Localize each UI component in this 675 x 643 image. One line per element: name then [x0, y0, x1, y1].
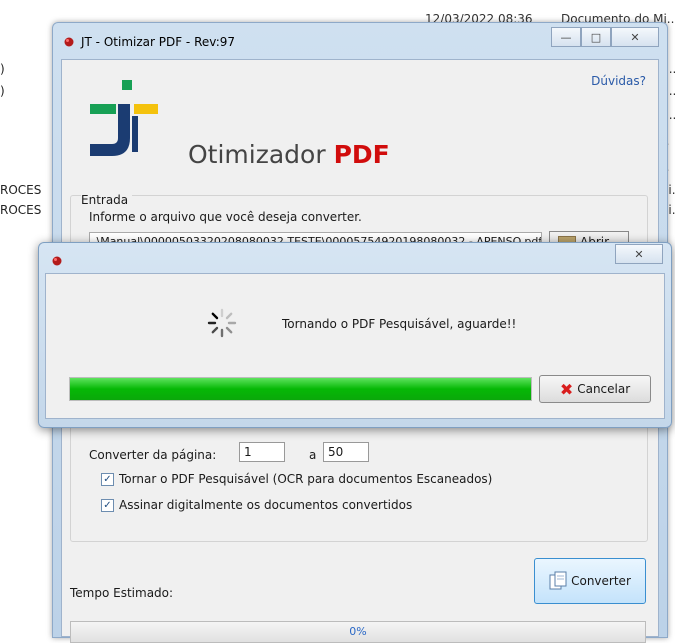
page-from-input[interactable]: 1: [239, 442, 285, 462]
background-fragment: ROCES: [0, 183, 42, 197]
convert-button-label: Converter: [571, 574, 631, 588]
jt-logo: [84, 80, 164, 161]
sign-label: Assinar digitalmente os documentos conve…: [119, 498, 413, 512]
help-link[interactable]: Dúvidas?: [591, 74, 646, 88]
ocr-label: Tornar o PDF Pesquisável (OCR para docum…: [119, 472, 493, 486]
background-fragment: ): [0, 84, 5, 98]
page-to-input[interactable]: 50: [323, 442, 369, 462]
cancel-button-label: Cancelar: [577, 382, 631, 396]
sign-checkbox[interactable]: ✓: [101, 498, 114, 512]
dialog-app-icon: [51, 255, 63, 267]
ocr-checkbox[interactable]: ✓: [101, 472, 114, 486]
progress-dialog: ✕ Tornando o PDF Pesquisável, aguarde!! …: [38, 242, 672, 428]
ocr-option[interactable]: ✓ Tornar o PDF Pesquisável (OCR para doc…: [101, 472, 492, 486]
app-icon: [63, 36, 75, 48]
page-range-label: Converter da página:: [89, 448, 217, 462]
background-fragment: ROCES: [0, 203, 42, 217]
cancel-button[interactable]: ✖ Cancelar: [539, 375, 651, 403]
dialog-close-icon[interactable]: ✕: [615, 244, 663, 264]
dialog-progress-fill: [70, 378, 531, 400]
app-name-text: Otimizador: [188, 140, 326, 169]
convert-button[interactable]: Converter: [534, 558, 646, 604]
entrada-label: Entrada: [81, 193, 133, 207]
app-name: Otimizador PDF: [188, 140, 390, 169]
background-fragment: ): [0, 62, 5, 76]
entrada-hint: Informe o arquivo que você deseja conver…: [89, 210, 362, 224]
window-title: JT - Otimizar PDF - Rev:97: [81, 35, 236, 49]
status-text: Tornando o PDF Pesquisável, aguarde!!: [282, 317, 517, 331]
main-progress-bar: 0%: [70, 621, 646, 643]
close-icon[interactable]: ✕: [611, 27, 659, 47]
minimize-icon[interactable]: —: [551, 27, 581, 47]
dialog-progress-bar: [69, 377, 532, 401]
cancel-x-icon: ✖: [559, 379, 574, 399]
dialog-client-area: Tornando o PDF Pesquisável, aguarde!! ✖ …: [45, 273, 665, 419]
maximize-icon[interactable]: □: [581, 27, 611, 47]
spinner-icon: [207, 308, 237, 338]
convert-document-icon: [549, 571, 567, 590]
page-range-separator: a: [309, 448, 317, 462]
main-progress-text: 0%: [349, 625, 367, 638]
estimated-time-label: Tempo Estimado:: [70, 586, 174, 600]
app-name-accent: PDF: [333, 140, 390, 169]
window-controls: — □ ✕: [551, 27, 659, 47]
sign-option[interactable]: ✓ Assinar digitalmente os documentos con…: [101, 498, 412, 512]
